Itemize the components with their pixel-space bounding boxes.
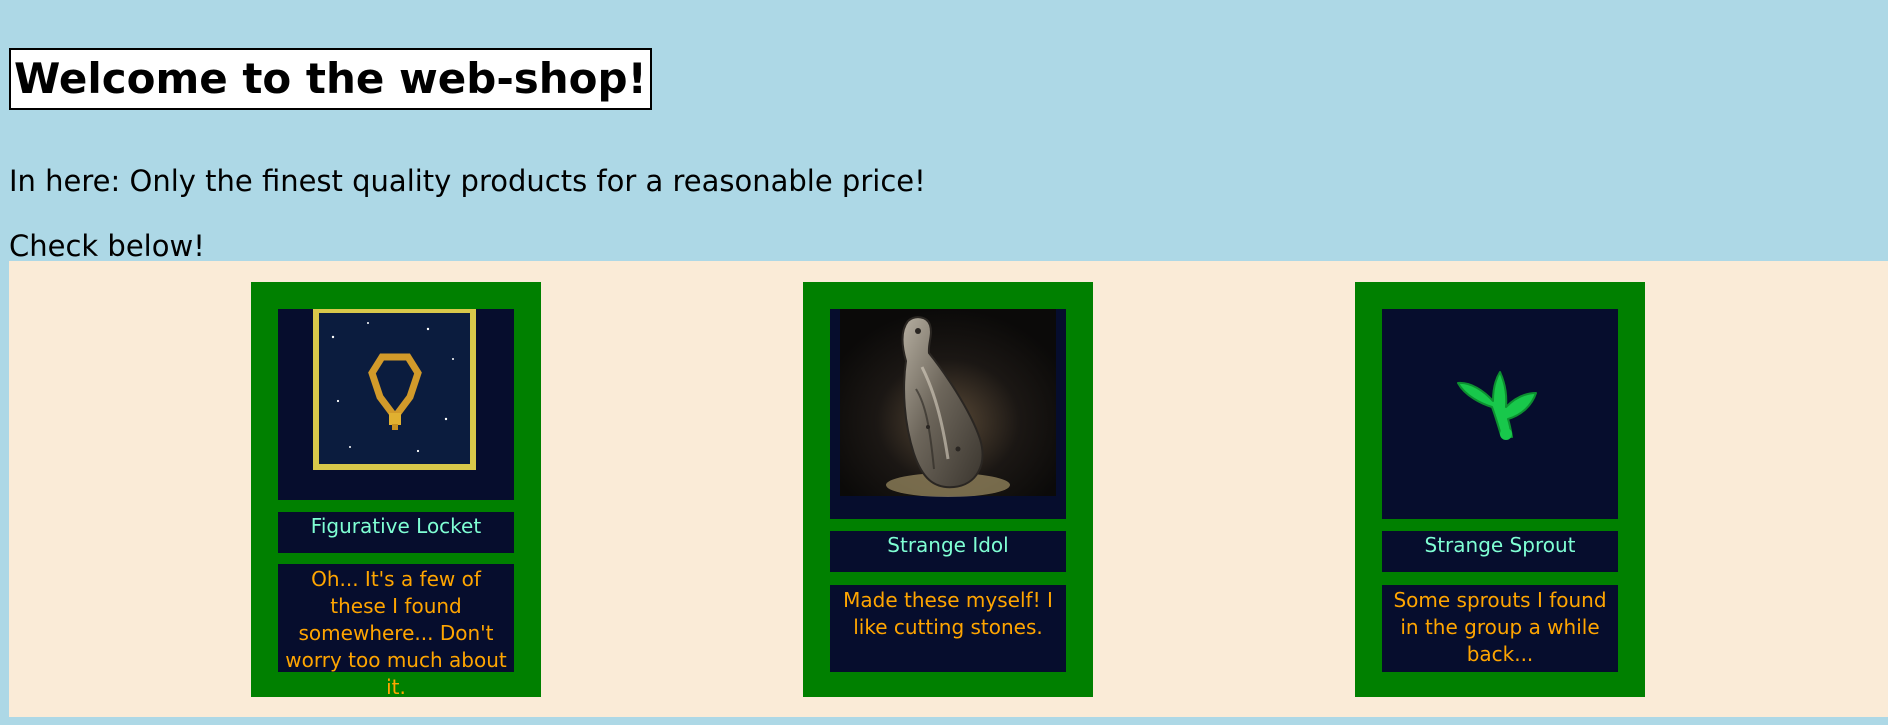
product-card-figurative-locket[interactable]: Figurative Locket Oh... It's a few of th… — [251, 282, 541, 699]
intro-call-to-action: Check below! — [9, 229, 205, 263]
product-description: Made these myself! I like cutting stones… — [830, 585, 1066, 672]
product-card-strange-sprout[interactable]: Strange Sprout Some sprouts I found in t… — [1355, 282, 1645, 697]
product-image-box — [278, 309, 514, 500]
product-image-box — [830, 309, 1066, 519]
product-description: Some sprouts I found in the group a whil… — [1382, 585, 1618, 672]
product-image-box — [1382, 309, 1618, 519]
sprout-icon — [1457, 371, 1537, 440]
product-card-strange-idol[interactable]: Strange Idol Made these myself! I like c… — [803, 282, 1093, 697]
product-description: Oh... It's a few of these I found somewh… — [278, 564, 514, 699]
idol-icon — [840, 309, 1056, 497]
intro-tagline: In here: Only the finest quality product… — [9, 164, 926, 198]
product-grid: Figurative Locket Oh... It's a few of th… — [9, 261, 1888, 717]
page-title: Welcome to the web-shop! — [9, 48, 652, 111]
locket-icon — [313, 309, 476, 470]
product-name: Figurative Locket — [278, 512, 514, 553]
product-name: Strange Idol — [830, 531, 1066, 572]
product-name: Strange Sprout — [1382, 531, 1618, 572]
